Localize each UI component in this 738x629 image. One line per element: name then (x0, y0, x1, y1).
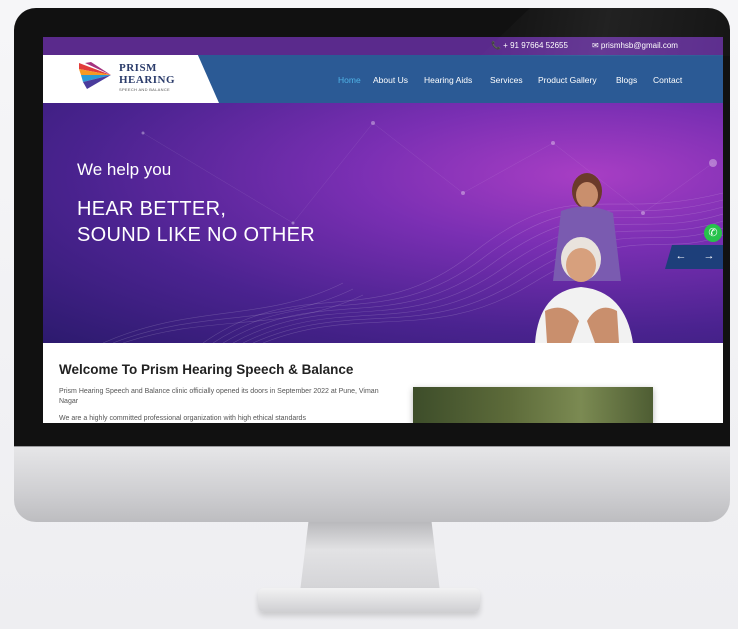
whatsapp-icon[interactable]: ✆ (704, 224, 722, 242)
phone-link[interactable]: 📞 + 91 97664 52655 (491, 41, 568, 50)
slider-next-button[interactable]: → (702, 250, 716, 262)
nav-hearing-aids[interactable]: Hearing Aids (424, 75, 472, 85)
nav-home[interactable]: Home (338, 75, 361, 85)
welcome-paragraph: Prism Hearing Speech and Balance clinic … (59, 388, 379, 405)
nav-product-gallery[interactable]: Product Gallery (538, 75, 597, 85)
logo-text-prism: PRISM (119, 62, 157, 74)
welcome-heading: Welcome To Prism Hearing Speech & Balanc… (59, 362, 354, 377)
logo-text-hearing: HEARING (119, 74, 176, 86)
hero-people-image (535, 173, 633, 343)
email-link[interactable]: ✉ prismhsb@gmail.com (592, 41, 678, 50)
monitor-mockup: 📞 + 91 97664 52655 ✉ prismhsb@gmail.com … (0, 0, 738, 629)
hero-banner: We help you HEAR BETTER, SOUND LIKE NO O… (43, 103, 723, 343)
hero-headline-1: HEAR BETTER, (77, 198, 227, 220)
nav-blogs[interactable]: Blogs (616, 75, 637, 85)
monitor-stand-neck (300, 522, 440, 592)
prism-logo-icon (79, 62, 111, 89)
top-contact-bar: 📞 + 91 97664 52655 ✉ prismhsb@gmail.com (43, 37, 723, 55)
nav-services[interactable]: Services (490, 75, 523, 85)
hero-headline-2: SOUND LIKE NO OTHER (77, 224, 315, 246)
slider-prev-button[interactable]: ← (674, 250, 688, 262)
logo-tagline: SPEECH AND BALANCE (119, 87, 170, 92)
welcome-paragraph-2: We are a highly committed professional o… (59, 415, 306, 422)
clinic-photo (413, 387, 653, 423)
monitor-stand-base (258, 588, 480, 612)
hero-subtitle: We help you (77, 160, 172, 179)
website-screen: 📞 + 91 97664 52655 ✉ prismhsb@gmail.com … (43, 37, 723, 423)
nav-about-us[interactable]: About Us (373, 75, 408, 85)
nav-contact[interactable]: Contact (653, 75, 682, 85)
apple-logo-icon (369, 472, 397, 502)
